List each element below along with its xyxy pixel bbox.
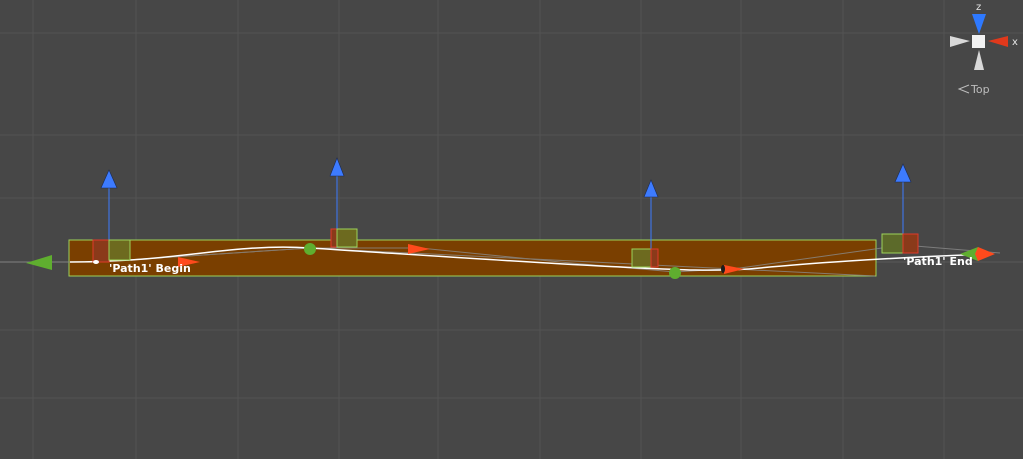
node-box-2[interactable] bbox=[330, 228, 358, 248]
orientation-gizmo[interactable]: z x Top bbox=[950, 2, 1018, 96]
perspective-chevron-icon bbox=[957, 84, 970, 94]
path-begin-label: 'Path1' Begin bbox=[109, 262, 191, 275]
gizmo-x-arrow[interactable] bbox=[988, 36, 1008, 47]
gizmo-neg-x-arrow[interactable] bbox=[950, 36, 970, 47]
scene-grid bbox=[0, 0, 1023, 459]
path-end-arrow[interactable] bbox=[975, 247, 995, 261]
node-handle-2[interactable] bbox=[669, 267, 681, 279]
node-box-3[interactable] bbox=[631, 248, 659, 268]
begin-marker bbox=[93, 260, 99, 264]
path-start-cone[interactable] bbox=[26, 255, 52, 270]
scene-view[interactable]: 'Path1' Begin 'Path1' End z x Top bbox=[0, 0, 1023, 459]
gizmo-neg-z-arrow[interactable] bbox=[974, 50, 984, 70]
direction-marker bbox=[721, 265, 725, 273]
node-box-4[interactable] bbox=[881, 233, 919, 254]
node-box-1[interactable] bbox=[92, 239, 131, 263]
gizmo-view-label[interactable]: Top bbox=[970, 83, 990, 96]
path-end-label: 'Path1' End bbox=[903, 255, 973, 268]
node-handle-1[interactable] bbox=[304, 243, 316, 255]
gizmo-x-label: x bbox=[1012, 37, 1018, 48]
gizmo-z-arrow[interactable] bbox=[972, 14, 986, 34]
gizmo-z-label: z bbox=[976, 2, 981, 13]
gizmo-center-cube[interactable] bbox=[972, 35, 985, 48]
